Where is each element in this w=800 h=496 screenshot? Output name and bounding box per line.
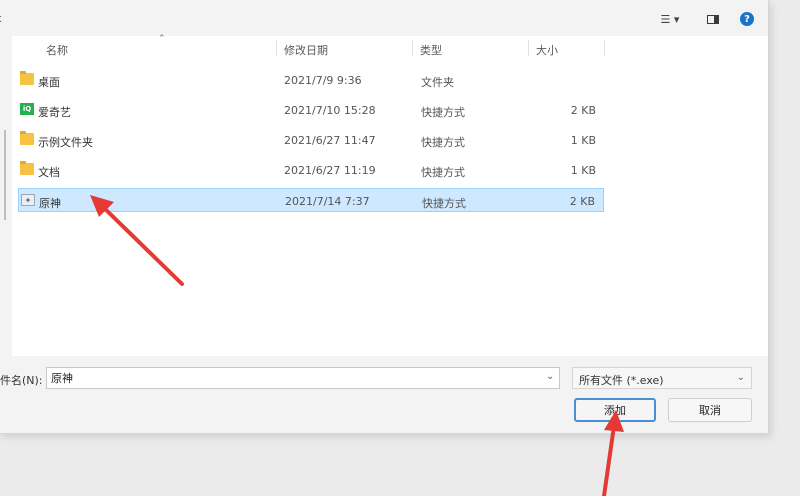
file-name: 爱奇艺 (38, 106, 71, 119)
file-date: 2021/7/9 9:36 (284, 74, 362, 87)
toolbar: ε ☰ ▾ ? (0, 0, 768, 36)
column-name[interactable]: 名称 (46, 42, 68, 58)
column-separator[interactable] (412, 40, 413, 56)
column-separator[interactable] (528, 40, 529, 56)
file-size: 1 KB (570, 164, 596, 177)
view-list-icon: ☰ ▾ (660, 12, 680, 26)
file-name: 示例文件夹 (38, 136, 93, 149)
filename-label: 件名(N): (0, 374, 43, 387)
sort-up-icon: ⌃ (158, 34, 166, 44)
file-size: 2 KB (570, 104, 596, 117)
column-separator[interactable] (276, 40, 277, 56)
filetype-select[interactable]: 所有文件 (*.exe) ⌄ (572, 367, 752, 389)
view-menu-button[interactable]: ☰ ▾ (652, 10, 688, 28)
file-row-iqiyi[interactable]: iQ 爱奇艺 2021/7/10 15:28 快捷方式 2 KB (18, 98, 604, 122)
file-list[interactable]: ⌃ 名称 修改日期 类型 大小 桌面 2021/7/9 9:36 文件夹 iQ … (12, 34, 768, 356)
file-size: 2 KB (569, 195, 595, 208)
folder-shortcut-icon (20, 161, 34, 175)
iqiyi-app-icon: iQ (20, 103, 34, 115)
file-type: 快捷方式 (421, 106, 465, 119)
file-date: 2021/6/27 11:19 (284, 164, 376, 177)
file-date: 2021/6/27 11:47 (284, 134, 376, 147)
file-name: 文档 (38, 166, 60, 179)
file-name: 原神 (39, 197, 61, 210)
preview-pane-icon (707, 14, 719, 24)
column-size[interactable]: 大小 (536, 42, 558, 58)
file-type: 快捷方式 (422, 197, 466, 210)
folder-icon (20, 71, 34, 85)
file-type: 快捷方式 (421, 136, 465, 149)
file-row-sample-folder[interactable]: 示例文件夹 2021/6/27 11:47 快捷方式 1 KB (18, 128, 604, 152)
file-size: 1 KB (570, 134, 596, 147)
navigation-pane-scrollbar[interactable] (4, 130, 6, 220)
file-type: 文件夹 (421, 76, 454, 89)
file-open-dialog: ε ☰ ▾ ? ⌃ 名称 修改日期 类型 大小 桌面 2021/7/9 9:36… (0, 0, 769, 434)
file-date: 2021/7/10 15:28 (284, 104, 376, 117)
column-type[interactable]: 类型 (420, 42, 442, 58)
chevron-down-icon[interactable]: ⌄ (546, 371, 554, 382)
add-button[interactable]: 添加 (574, 398, 656, 422)
file-name: 桌面 (38, 76, 60, 89)
preview-pane-button[interactable] (704, 10, 722, 28)
genshin-app-icon: ✦ (21, 194, 35, 206)
cancel-button[interactable]: 取消 (668, 398, 752, 422)
toolbar-clipped-text: ε (0, 12, 2, 25)
filename-input[interactable] (46, 367, 560, 389)
file-row-desktop[interactable]: 桌面 2021/7/9 9:36 文件夹 (18, 68, 604, 92)
help-icon: ? (740, 12, 754, 26)
chevron-down-icon: ⌄ (736, 372, 745, 383)
help-button[interactable]: ? (738, 10, 756, 28)
file-row-genshin[interactable]: ✦ 原神 2021/7/14 7:37 快捷方式 2 KB (18, 188, 604, 212)
file-date: 2021/7/14 7:37 (285, 195, 370, 208)
file-row-documents[interactable]: 文档 2021/6/27 11:19 快捷方式 1 KB (18, 158, 604, 182)
column-date[interactable]: 修改日期 (284, 42, 328, 58)
filetype-value: 所有文件 (*.exe) (579, 374, 664, 387)
column-separator[interactable] (604, 40, 605, 56)
file-type: 快捷方式 (421, 166, 465, 179)
column-header: ⌃ 名称 修改日期 类型 大小 (12, 34, 768, 60)
folder-shortcut-icon (20, 131, 34, 145)
